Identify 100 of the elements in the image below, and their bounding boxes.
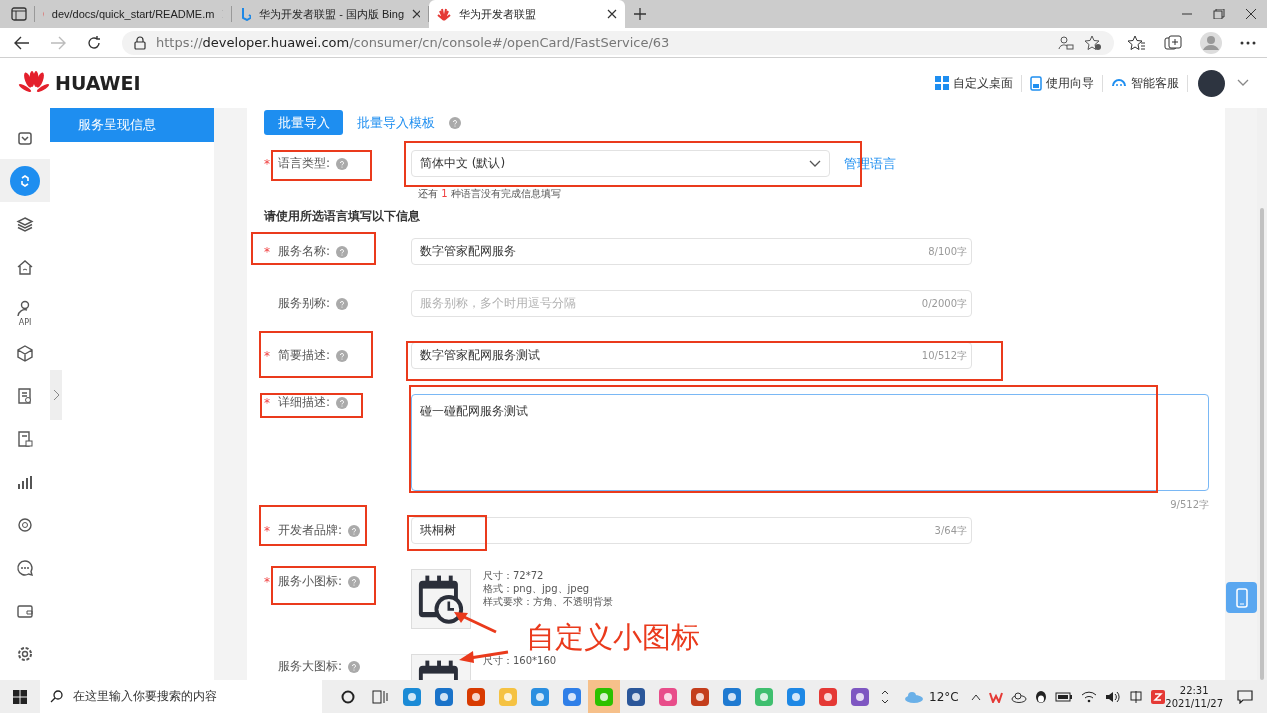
- windows-start-icon[interactable]: [13, 689, 27, 704]
- nav-rail-item[interactable]: API: [0, 288, 50, 331]
- speaker-icon[interactable]: [1104, 690, 1121, 703]
- cloud-icon[interactable]: [1010, 690, 1027, 703]
- restore-icon[interactable]: [1212, 9, 1226, 19]
- section-title: 请使用所选语言填写以下信息: [264, 208, 421, 224]
- help-icon[interactable]: [336, 157, 349, 170]
- header-link[interactable]: 自定义桌面: [927, 74, 1022, 92]
- phone-preview-button[interactable]: [1226, 582, 1257, 613]
- spec-text: 样式要求：方角、不透明背景: [483, 595, 613, 608]
- spec-text: 格式：png、jpg、jpeg: [483, 582, 591, 595]
- reload-icon[interactable]: [86, 34, 102, 51]
- close-icon[interactable]: [412, 9, 420, 19]
- collections-icon[interactable]: [1164, 34, 1182, 51]
- text-field[interactable]: 数字管家配网服务 8/100字: [411, 238, 972, 265]
- close-icon[interactable]: [607, 9, 617, 19]
- help-icon[interactable]: [348, 575, 361, 588]
- person-key-icon[interactable]: [1058, 34, 1074, 51]
- field-label: 服务小图标:: [278, 573, 343, 590]
- required-mark: *: [264, 244, 271, 259]
- browser-tab[interactable]: dev/docs/quick_start/README.m: [35, 0, 231, 28]
- address-bar[interactable]: https://developer.huawei.com/consumer/cn/console#/openCard/FastService/63: [122, 30, 1114, 55]
- help-icon[interactable]: [449, 116, 461, 129]
- help-icon[interactable]: [336, 245, 349, 258]
- book-icon: [1030, 75, 1042, 91]
- field-label: 简要描述:: [278, 347, 331, 364]
- notification-icon[interactable]: [1237, 689, 1253, 704]
- weather-widget[interactable]: 12°C: [904, 689, 959, 704]
- caret-icon[interactable]: [1237, 79, 1249, 87]
- scrollbar-thumb[interactable]: [1260, 208, 1264, 680]
- required-mark: *: [264, 523, 271, 538]
- user-avatar[interactable]: [1198, 69, 1225, 97]
- chevron-icon: [809, 159, 821, 168]
- annotation-arrow: [452, 610, 498, 634]
- cloud-drive-icon: [562, 686, 582, 707]
- help-icon[interactable]: [336, 297, 349, 310]
- header-link[interactable]: 使用向导: [1022, 74, 1103, 92]
- favicon-icon: [240, 7, 252, 21]
- annotation-text: 自定义小图标: [526, 619, 700, 656]
- textarea-field[interactable]: 碰一碰配网服务测试: [411, 394, 1209, 491]
- add-favorite-icon[interactable]: [1084, 34, 1102, 51]
- annotation-arrow: [458, 648, 510, 664]
- template-link[interactable]: 批量导入模板: [357, 113, 435, 132]
- spec-text: 尺寸：160*160: [483, 654, 557, 667]
- search-icon: [50, 690, 63, 703]
- help-icon[interactable]: [336, 396, 349, 409]
- field-placeholder: 服务别称，多个时用逗号分隔: [420, 295, 576, 312]
- wps-tray-icon[interactable]: [988, 690, 1003, 703]
- field-value: 数字管家配网服务: [420, 243, 516, 260]
- headset-icon: [16, 515, 34, 534]
- field-label: 开发者品牌:: [278, 522, 343, 539]
- tab-actions-icon[interactable]: [11, 7, 27, 21]
- close-icon[interactable]: [1244, 9, 1258, 19]
- required-mark: *: [264, 395, 271, 410]
- spec-text: 尺寸：72*72: [483, 569, 545, 582]
- browser-tab[interactable]: 华为开发者联盟 - 国内版 Bing: [232, 0, 428, 28]
- powerpoint-icon: [690, 686, 710, 707]
- file-lock-icon: [16, 429, 34, 448]
- chevron-up-icon[interactable]: [970, 692, 981, 701]
- folder-icon: [498, 686, 518, 707]
- cortana-icon[interactable]: [341, 689, 355, 704]
- paint-icon: [850, 686, 870, 707]
- more-icon[interactable]: [1240, 40, 1256, 45]
- logo-text[interactable]: HUAWEI: [55, 72, 141, 94]
- char-counter: 8/100字: [928, 244, 967, 259]
- field-label: 服务大图标:: [278, 658, 343, 675]
- app-tray-icon[interactable]: [1150, 689, 1165, 704]
- back-icon[interactable]: [14, 35, 30, 50]
- browser-icon: [530, 686, 550, 707]
- phone-icon: [1235, 587, 1248, 608]
- help-icon[interactable]: [348, 660, 361, 673]
- help-icon[interactable]: [348, 524, 361, 537]
- taskbar-clock[interactable]: 22:31 2021/11/27: [1165, 683, 1223, 710]
- chevron-icon[interactable]: [881, 688, 889, 705]
- header-link[interactable]: 智能客服: [1103, 74, 1188, 92]
- help-icon[interactable]: [336, 349, 349, 362]
- browser-tab[interactable]: 华为开发者联盟: [429, 0, 625, 28]
- battery-icon[interactable]: [1054, 691, 1073, 702]
- cube-icon: [16, 343, 34, 362]
- grid-icon: [935, 76, 949, 90]
- favicon-icon: [437, 7, 451, 21]
- rail-label: API: [18, 318, 32, 327]
- app-icon: [754, 686, 774, 707]
- word-icon: [626, 686, 646, 707]
- field-label: 详细描述:: [278, 394, 331, 411]
- new-tab-icon[interactable]: [633, 7, 647, 21]
- lock-icon: [134, 35, 146, 50]
- penguin-icon[interactable]: [1034, 689, 1047, 704]
- profile-icon[interactable]: [1200, 31, 1222, 54]
- chat-icon: [16, 558, 34, 577]
- language-select[interactable]: 简体中文 (默认): [411, 150, 830, 177]
- collapse-handle[interactable]: [50, 370, 62, 420]
- icon-upload-preview[interactable]: [411, 569, 471, 629]
- taskbar-search-field[interactable]: 在这里输入你要搜索的内容: [40, 680, 322, 713]
- field-value: 数字管家配网服务测试: [420, 347, 540, 364]
- task-view-icon[interactable]: [372, 689, 388, 704]
- ime-icon[interactable]: [1128, 689, 1143, 704]
- favorites-icon[interactable]: [1128, 34, 1146, 51]
- wifi-icon[interactable]: [1080, 690, 1097, 703]
- text-field[interactable]: 珙桐树 3/64字: [411, 517, 972, 544]
